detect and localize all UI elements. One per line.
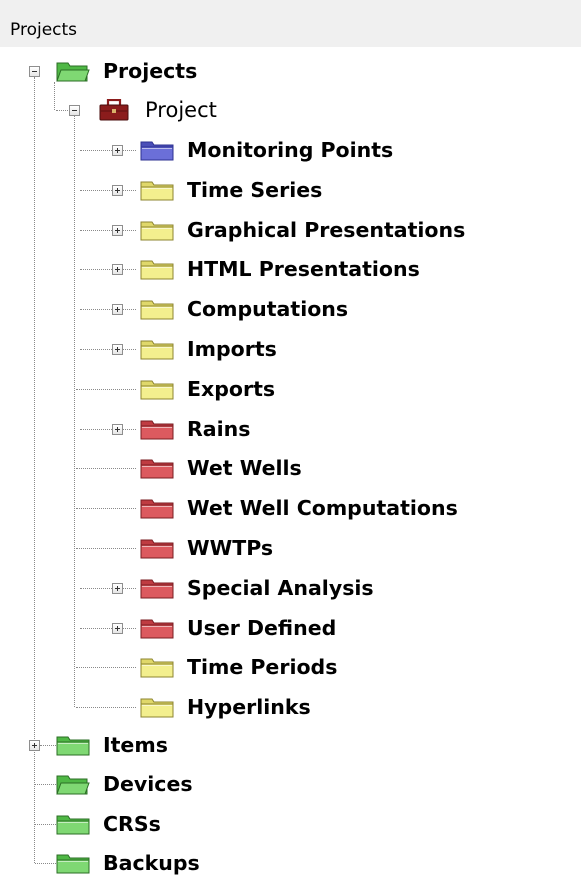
tree-node-crss[interactable]: CRSs <box>103 810 161 838</box>
tree-node-monitoring-points[interactable]: Monitoring Points <box>187 136 393 164</box>
tree-node-imports[interactable]: Imports <box>187 335 277 363</box>
folder-icon <box>140 656 174 678</box>
tree-node-rains[interactable]: Rains <box>187 415 250 443</box>
tree-node-wet-well-computations[interactable]: Wet Well Computations <box>187 494 458 522</box>
tree-node-exports[interactable]: Exports <box>187 375 275 403</box>
tree-line-horizontal <box>76 548 136 549</box>
folder-icon <box>56 852 90 874</box>
tree-node-computations[interactable]: Computations <box>187 295 348 323</box>
folder-icon <box>140 418 174 440</box>
expand-user-defined-toggle[interactable] <box>112 623 123 634</box>
folder-icon <box>56 734 90 756</box>
expand-monitoring-points-toggle[interactable] <box>112 145 123 156</box>
tree-line-horizontal <box>80 588 136 589</box>
tree-line-horizontal <box>80 349 136 350</box>
folder-icon <box>140 497 174 519</box>
tree-line-horizontal <box>80 628 136 629</box>
folder-icon <box>140 617 174 639</box>
tree-line-horizontal <box>80 269 136 270</box>
tree-node-wet-wells[interactable]: Wet Wells <box>187 454 302 482</box>
tree-node-special-analysis[interactable]: Special Analysis <box>187 574 374 602</box>
folder-icon <box>140 696 174 718</box>
tree-node-project[interactable]: Project <box>145 96 217 124</box>
folder-icon <box>140 338 174 360</box>
tree-line-horizontal <box>80 190 136 191</box>
tree-line-horizontal <box>80 150 136 151</box>
project-tree[interactable]: Projects Project Monitoring Points Time Ser… <box>0 0 581 875</box>
folder-icon <box>140 139 174 161</box>
tree-node-graphical-presentations[interactable]: Graphical Presentations <box>187 216 465 244</box>
tree-line-horizontal <box>35 824 58 825</box>
tree-node-wwtps[interactable]: WWTPs <box>187 534 273 562</box>
folder-icon <box>56 813 90 835</box>
expand-html-presentations-toggle[interactable] <box>112 264 123 275</box>
briefcase-icon <box>97 98 131 121</box>
tree-line-horizontal <box>76 707 136 708</box>
folder-open-icon <box>56 773 90 795</box>
tree-line-horizontal <box>35 863 58 864</box>
collapse-projects-toggle[interactable] <box>29 66 40 77</box>
expand-imports-toggle[interactable] <box>112 344 123 355</box>
tree-node-hyperlinks[interactable]: Hyperlinks <box>187 693 311 721</box>
tree-node-time-periods[interactable]: Time Periods <box>187 653 337 681</box>
expand-special-analysis-toggle[interactable] <box>112 583 123 594</box>
folder-icon <box>140 179 174 201</box>
folder-icon <box>140 298 174 320</box>
expand-rains-toggle[interactable] <box>112 424 123 435</box>
tree-node-time-series[interactable]: Time Series <box>187 176 322 204</box>
tree-line-horizontal <box>76 508 136 509</box>
tree-line-horizontal <box>76 468 136 469</box>
folder-icon <box>140 378 174 400</box>
tree-line-horizontal <box>80 309 136 310</box>
tree-node-backups[interactable]: Backups <box>103 849 200 877</box>
tree-node-projects[interactable]: Projects <box>103 57 197 85</box>
collapse-project-toggle[interactable] <box>69 105 80 116</box>
tree-line-vertical <box>74 116 75 707</box>
folder-icon <box>140 457 174 479</box>
tree-line-horizontal <box>80 429 136 430</box>
expand-graphical-presentations-toggle[interactable] <box>112 225 123 236</box>
tree-line-horizontal <box>80 230 136 231</box>
tree-line-horizontal <box>35 784 58 785</box>
tree-line-horizontal <box>76 389 136 390</box>
expand-items-toggle[interactable] <box>29 740 40 751</box>
tree-node-devices[interactable]: Devices <box>103 770 193 798</box>
folder-icon <box>140 577 174 599</box>
tree-node-user-defined[interactable]: User Defined <box>187 614 336 642</box>
folder-icon <box>140 537 174 559</box>
folder-icon <box>140 219 174 241</box>
folder-icon <box>140 258 174 280</box>
expand-computations-toggle[interactable] <box>112 304 123 315</box>
tree-line-vertical <box>54 82 55 110</box>
folder-open-icon <box>56 60 90 82</box>
tree-node-items[interactable]: Items <box>103 731 168 759</box>
expand-time-series-toggle[interactable] <box>112 185 123 196</box>
tree-line-horizontal <box>76 667 136 668</box>
tree-node-html-presentations[interactable]: HTML Presentations <box>187 255 420 283</box>
